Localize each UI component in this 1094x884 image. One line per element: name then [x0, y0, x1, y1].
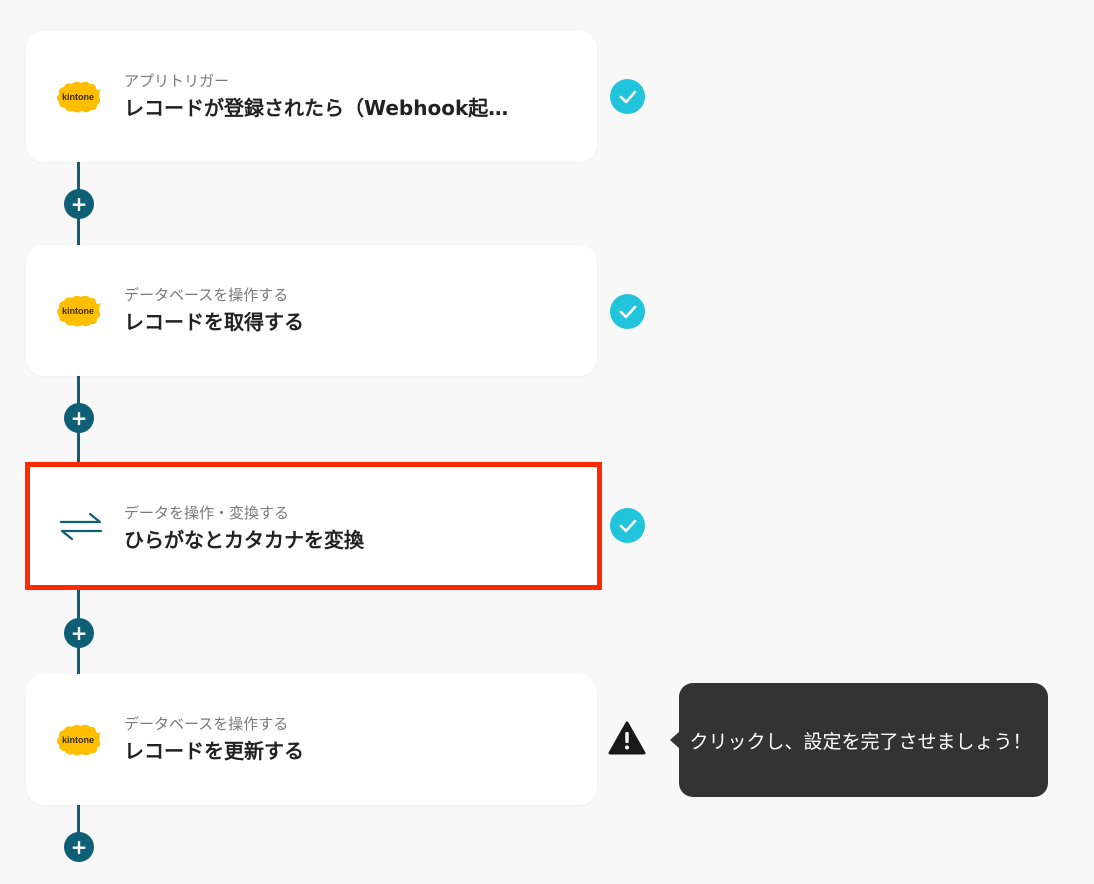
step-title: レコードを更新する — [124, 739, 304, 763]
svg-text:kintone: kintone — [62, 92, 94, 102]
step-category-label: データベースを操作する — [124, 715, 289, 733]
step-title: ひらがなとカタカナを変換 — [124, 528, 364, 552]
svg-text:kintone: kintone — [62, 735, 94, 745]
step-title: レコードを取得する — [124, 310, 304, 334]
svg-text:kintone: kintone — [62, 306, 94, 316]
check-circle-icon — [610, 79, 645, 114]
setup-tooltip: クリックし、設定を完了させましょう！ — [670, 683, 1048, 797]
step-category-label: データを操作・変換する — [124, 504, 290, 522]
step-card-trigger[interactable]: kintone アプリトリガー レコードが登録されたら（Webhook起… — [26, 31, 597, 162]
step-card-get-record[interactable]: kintone データベースを操作する レコードを取得する — [26, 245, 597, 376]
plus-icon: + — [70, 835, 88, 859]
check-circle-icon — [610, 508, 645, 543]
warning-icon — [607, 720, 647, 756]
tooltip-text: クリックし、設定を完了させましょう！ — [689, 730, 1032, 753]
tooltip-arrow — [670, 731, 680, 749]
add-step-button[interactable]: + — [64, 403, 94, 433]
step-title: レコードが登録されたら（Webhook起… — [124, 96, 509, 120]
step-category-label: データベースを操作する — [124, 286, 289, 304]
step-category-label: アプリトリガー — [124, 72, 230, 90]
add-step-button[interactable]: + — [64, 618, 94, 648]
plus-icon: + — [70, 621, 88, 645]
check-circle-icon — [610, 294, 645, 329]
workflow-canvas: + + + + kintone アプリトリガー レコードが登録されたら（Webh… — [0, 0, 1094, 884]
kintone-logo-icon: kintone — [54, 291, 102, 331]
step-card-update-record[interactable]: kintone データベースを操作する レコードを更新する — [26, 674, 597, 805]
kintone-logo-icon: kintone — [54, 720, 102, 760]
step-card-convert-kana[interactable]: データを操作・変換する ひらがなとカタカナを変換 — [25, 462, 602, 590]
kintone-logo-icon: kintone — [54, 77, 102, 117]
add-step-button[interactable]: + — [64, 832, 94, 862]
plus-icon: + — [70, 406, 88, 430]
add-step-button[interactable]: + — [64, 189, 94, 219]
swap-arrows-icon — [57, 506, 105, 546]
plus-icon: + — [70, 192, 88, 216]
